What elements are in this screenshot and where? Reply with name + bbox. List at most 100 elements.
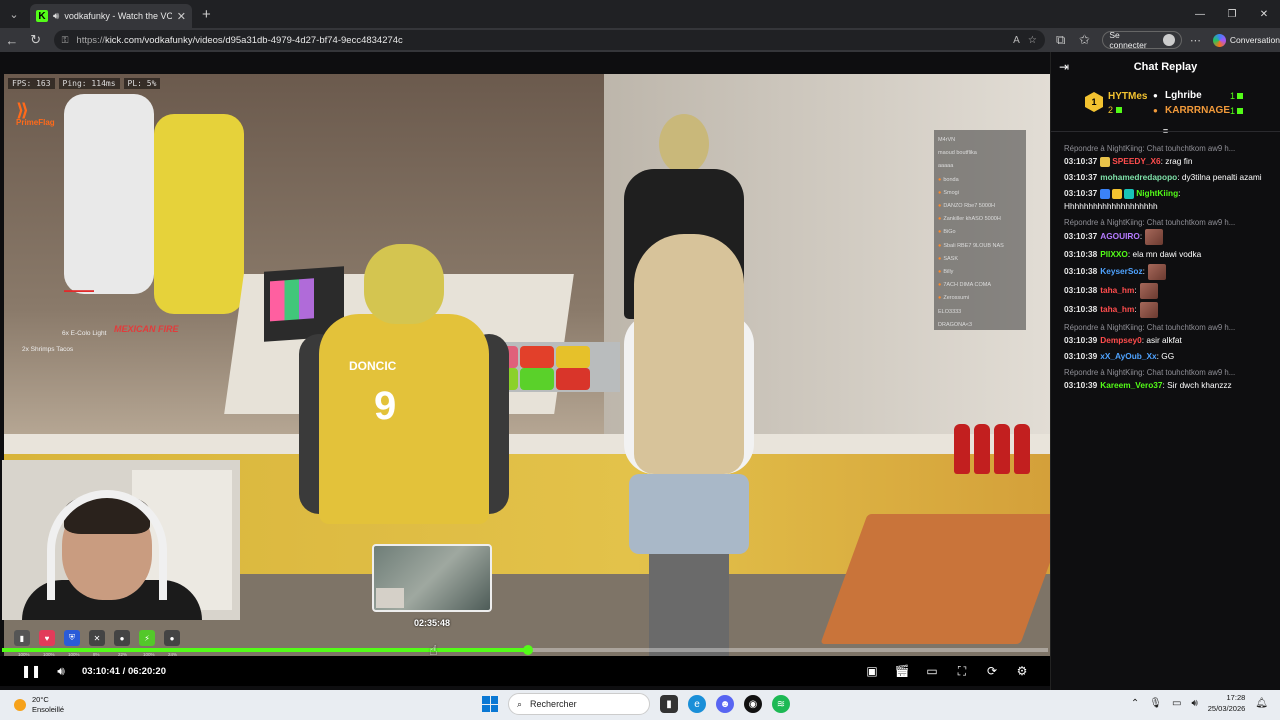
favorites-icon[interactable]: ✩ [1073,32,1097,48]
player-list-entry: Billy [938,266,1022,279]
chat-replay-panel: ⇥ Chat Replay 1 HYTMes 2 ● Lghribe 1 ● K… [1050,52,1280,690]
reply-context[interactable]: Répondre à NightKiing: Chat touhchtkom a… [1064,321,1274,334]
message-username[interactable]: KeyserSoz [1100,266,1142,276]
message-timestamp: 03:10:38 [1064,249,1098,259]
leaderboard-user[interactable]: KARRRNAGE [1165,105,1230,116]
player-list-entry: ELO3333 [938,308,962,315]
read-aloud-icon[interactable]: A [1013,35,1020,46]
player-list-overlay: M4rVN maoud boutflika aaaaa bondaSmogiDANZO… [934,130,1026,330]
signin-button[interactable]: Se connecter [1102,30,1182,50]
discord-icon[interactable]: ☻ [716,695,734,713]
collapse-chat-icon[interactable]: ⇥ [1059,60,1069,74]
user-badge-icon [1112,188,1123,199]
close-tab-icon[interactable]: ✕ [177,10,186,23]
microphone-icon[interactable]: 🎙︎ [1149,698,1162,709]
fullscreen-icon[interactable]: ⛶ [948,664,976,679]
volume-icon[interactable]: 🔊︎ [46,664,76,679]
task-view-icon[interactable]: ▮ [660,695,678,713]
extensions-icon[interactable]: ⧉ [1049,32,1073,48]
taskbar-search[interactable]: ⌕ Rechercher [508,693,650,715]
reply-context[interactable]: Répondre à NightKiing: Chat touhchtkom a… [1064,142,1274,155]
message-separator: : [1142,266,1145,277]
refresh-button[interactable]: ↻ [24,32,48,48]
seek-bar[interactable] [2,645,1048,655]
player-list-entry: Smogi [938,187,1022,200]
favorite-star-icon[interactable]: ☆ [1028,35,1037,46]
message-username[interactable]: taha_hm [1100,304,1134,314]
obs-icon[interactable]: ◉ [744,695,762,713]
maximize-button[interactable]: ❐ [1216,0,1248,28]
speaker-icon[interactable]: 🔊︎ [1191,698,1197,709]
theater-mode-icon[interactable]: ▭ [918,664,946,679]
message-username[interactable]: Kareem_Vero37 [1100,380,1162,390]
message-username[interactable]: xX_AyOub_Xx [1100,351,1156,361]
browser-tab[interactable]: K 🔊︎ vodkafunky - Watch the VOD ✕ [30,4,192,28]
windows-start-icon[interactable] [482,696,498,712]
notification-bell-icon[interactable]: 🔔︎ [1255,698,1268,709]
playback-speed-icon[interactable]: ⟳ [978,664,1006,679]
pause-icon[interactable]: ❚❚ [16,664,46,678]
player-list-entry: DANZO Rbe7 5000H [938,200,1022,213]
blonde-character [604,234,774,662]
minimize-button[interactable]: — [1184,0,1216,28]
mini-player-icon[interactable]: ▣ [858,664,886,679]
message-username[interactable]: AGOUIRO [1100,231,1140,241]
player-list-entry: Zankiller khASO 5000H [938,213,1022,226]
jersey-name: DONCIC [349,359,397,373]
close-window-button[interactable]: ✕ [1248,0,1280,28]
message-text: Hhhhhhhhhhhhhhhhhhhh [1064,201,1158,211]
chevron-up-icon[interactable]: ⌃ [1131,698,1139,709]
prime-logo-icon: ⟫ [16,100,29,120]
weather-widget[interactable]: 20°C Ensoleillé [14,695,64,715]
chat-header: ⇥ Chat Replay [1051,52,1280,82]
message-username[interactable]: Dempsey0 [1100,335,1142,345]
reply-context[interactable]: Répondre à NightKiing: Chat touhchtkom a… [1064,366,1274,379]
chat-message: 03:10:37 mohamedredapopo: dy3tilna penalt… [1064,171,1274,184]
message-text: Sir dwch khanzzz [1164,380,1232,390]
player-list-entry: M4rVN [938,137,956,143]
network-icon[interactable]: ▭ [1172,698,1181,709]
tab-list-button[interactable]: ⌄ [2,4,26,24]
more-menu-icon[interactable]: ⋯ [1190,34,1201,47]
message-username[interactable]: SPEEDY_X6 [1112,156,1160,166]
player-list-entry: Sbali RBE7 9LOUB NAS [938,240,1022,253]
rank-dot-icon: ● [1153,106,1158,115]
streamer-webcam [2,460,240,620]
network-stats: FPS: 163 Ping: 114ms PL: 5% [8,78,161,89]
shield-icon: ⛨ [64,630,80,646]
message-text: ela mn dawi vodka [1130,249,1202,259]
emote-icon [1139,283,1158,299]
signin-label: Se connecter [1109,30,1147,50]
spotify-icon[interactable]: ≋ [772,695,790,713]
address-toolbar: ← ↻ ⚿ https://kick.com/vodkafunky/videos… [0,28,1280,52]
clip-icon[interactable]: 🎬︎ [888,664,916,679]
player-controls: ❚❚ 🔊︎ 03:10:41 / 06:20:20 ▣ 🎬︎ ▭ ⛶ ⟳ ⚙ [0,656,1050,686]
edge-icon[interactable]: e [688,695,706,713]
address-bar[interactable]: ⚿ https://kick.com/vodkafunky/videos/d95… [53,30,1045,50]
copilot-conversation-button[interactable]: Conversation [1212,33,1280,47]
back-button[interactable]: ← [0,33,24,48]
chat-message: Répondre à NightKiing: Chat touhchtkom a… [1064,142,1274,168]
clock[interactable]: 17:28 25/03/2026 [1208,692,1246,714]
settings-gear-icon[interactable]: ⚙ [1008,664,1036,679]
message-timestamp: 03:10:38 [1064,304,1098,315]
site-info-icon[interactable]: ⚿ [62,35,69,46]
leaderboard-user[interactable]: HYTMes [1108,91,1147,102]
leaderboard-count: 1 [1230,106,1244,116]
reply-context[interactable]: Répondre à NightKiing: Chat touhchtkom a… [1064,216,1274,229]
jersey-number: 9 [374,384,397,428]
message-username[interactable]: taha_hm [1100,285,1134,295]
message-separator: : [1134,285,1137,296]
speaker-icon[interactable]: 🔊︎ [53,11,59,22]
search-placeholder: Rechercher [530,699,577,709]
new-tab-button[interactable]: + [202,6,211,23]
sauce-bottles [954,424,1030,474]
gift-leaderboard: 1 HYTMes 2 ● Lghribe 1 ● KARRRNAGE 1 [1051,82,1280,132]
user-badge-icon [1100,188,1111,199]
message-username[interactable]: NightKiing [1136,188,1178,198]
message-username[interactable]: PllXXO [1100,249,1128,259]
player-list-entry: aaaaa [938,163,954,170]
message-username[interactable]: mohamedredapopo [1100,172,1177,182]
leaderboard-user[interactable]: Lghribe [1165,90,1202,101]
hud-red-tag: ▬▬▬▬▬ [64,288,94,294]
